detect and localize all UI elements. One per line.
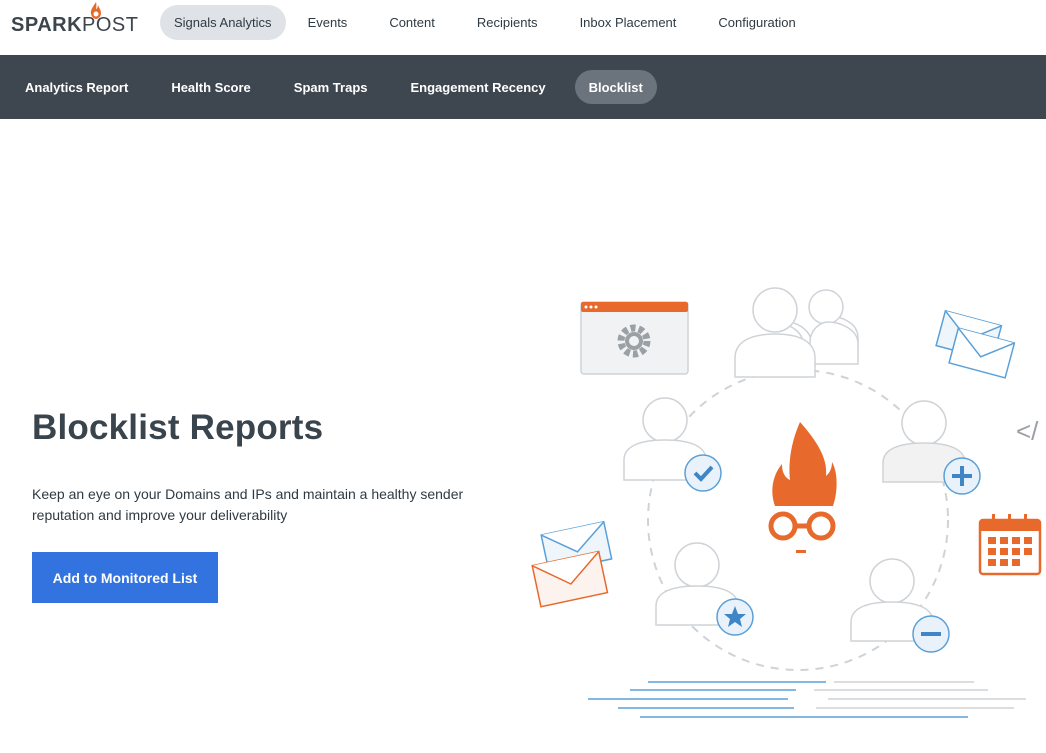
code-icon: </	[1016, 416, 1039, 446]
page-description: Keep an eye on your Domains and IPs and …	[32, 486, 464, 523]
user-remove-icon	[850, 558, 950, 653]
envelopes-icon	[935, 309, 1016, 379]
top-nav-configuration[interactable]: Configuration	[704, 5, 809, 40]
tab-analytics-report[interactable]: Analytics Report	[11, 70, 142, 104]
sparkpost-mascot-icon	[768, 422, 837, 553]
logo-text-post: POST	[82, 2, 138, 36]
decorative-lines	[588, 681, 1026, 718]
envelopes-orange-icon	[531, 520, 613, 608]
signals-subnav: Analytics Report Health Score Spam Traps…	[11, 70, 657, 104]
primary-nav: Signals Analytics Events Content Recipie…	[160, 5, 812, 40]
logo-text-spark: SPARK	[11, 14, 83, 36]
top-navigation-bar: SPARK POST Signals Analytics Events Cont…	[0, 0, 1046, 55]
tab-spam-traps[interactable]: Spam Traps	[280, 70, 382, 104]
top-nav-events[interactable]: Events	[294, 5, 362, 40]
top-nav-recipients[interactable]: Recipients	[463, 5, 552, 40]
sparkpost-logo[interactable]: SPARK POST	[11, 2, 138, 36]
blocklist-illustration: </	[531, 287, 1042, 718]
tab-blocklist[interactable]: Blocklist	[574, 70, 657, 104]
tab-engagement-recency[interactable]: Engagement Recency	[397, 70, 560, 104]
flame-icon	[90, 2, 102, 19]
tab-health-score[interactable]: Health Score	[157, 70, 264, 104]
user-check-icon	[623, 397, 722, 492]
secondary-navigation-bar: Analytics Report Health Score Spam Traps…	[0, 55, 1046, 119]
user-add-icon	[882, 400, 981, 495]
top-nav-inbox-placement[interactable]: Inbox Placement	[566, 5, 691, 40]
add-to-monitored-list-button[interactable]: Add to Monitored List	[32, 552, 218, 603]
page-title: Blocklist Reports	[32, 408, 324, 447]
user-star-icon	[655, 542, 754, 636]
top-nav-signals-analytics[interactable]: Signals Analytics	[160, 5, 286, 40]
calendar-icon	[978, 514, 1042, 576]
top-nav-content[interactable]: Content	[375, 5, 449, 40]
settings-window-icon	[580, 301, 689, 375]
user-group-icon	[734, 287, 859, 378]
